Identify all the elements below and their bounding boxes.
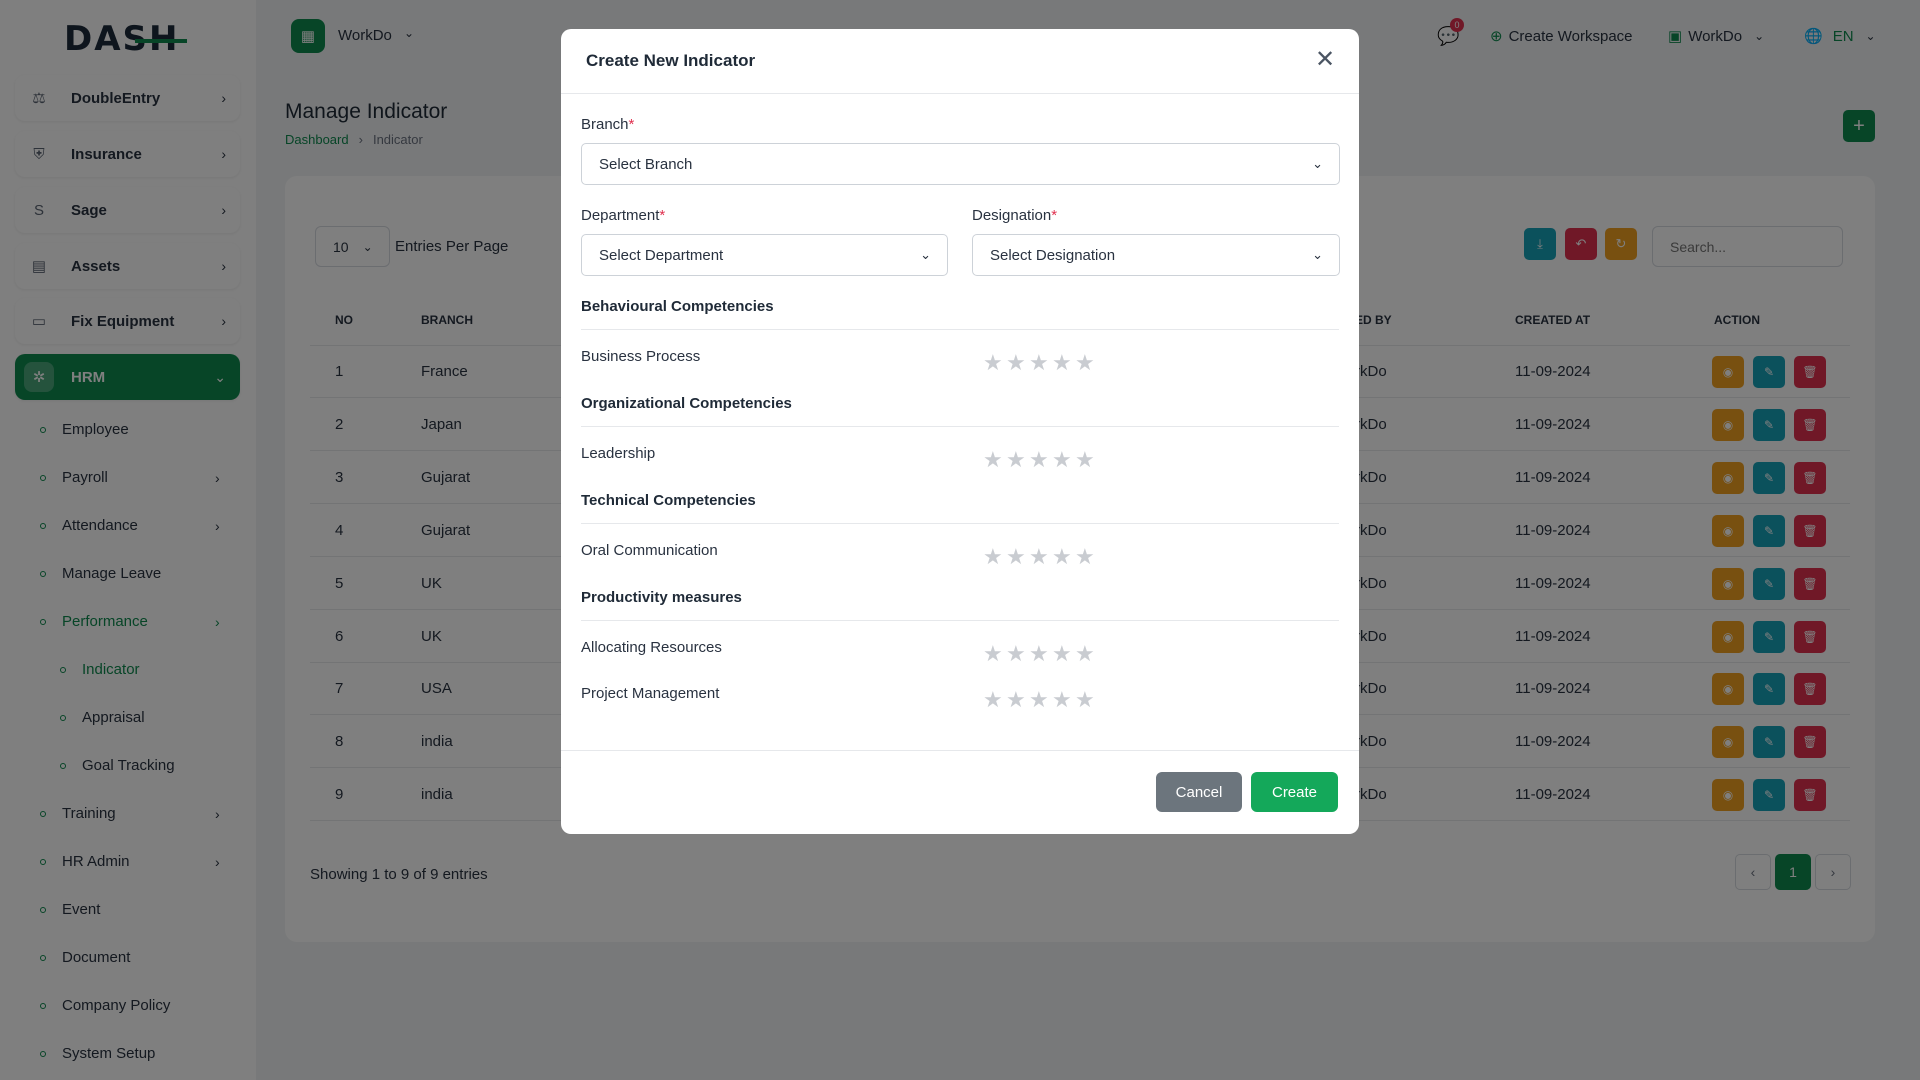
chevron-down-icon: ⌄	[1312, 247, 1323, 262]
department-label: Department*	[581, 207, 665, 224]
star-icon[interactable]: ★	[983, 449, 1003, 471]
competency-label: Business Process	[581, 348, 701, 365]
section-divider	[581, 620, 1339, 621]
branch-select-value: Select Branch	[599, 155, 693, 173]
star-icon[interactable]: ★	[983, 352, 1003, 374]
department-select-value: Select Department	[599, 246, 724, 264]
designation-label: Designation*	[972, 207, 1057, 224]
star-rating: ★ ★ ★ ★ ★	[983, 352, 1095, 374]
star-icon[interactable]: ★	[1052, 546, 1072, 568]
star-icon[interactable]: ★	[1075, 546, 1095, 568]
star-rating: ★ ★ ★ ★ ★	[983, 546, 1095, 568]
section-title: Productivity measures	[581, 589, 742, 606]
star-icon[interactable]: ★	[1006, 546, 1026, 568]
section-divider	[581, 426, 1339, 427]
star-rating: ★ ★ ★ ★ ★	[983, 643, 1095, 665]
star-icon[interactable]: ★	[1029, 449, 1049, 471]
create-button[interactable]: Create	[1251, 772, 1338, 812]
star-icon[interactable]: ★	[1052, 449, 1072, 471]
designation-select[interactable]: Select Designation ⌄	[972, 234, 1340, 276]
competency-label: Project Management	[581, 685, 720, 702]
competency-label: Oral Communication	[581, 542, 718, 559]
star-icon[interactable]: ★	[1029, 546, 1049, 568]
required-mark: *	[1051, 207, 1058, 224]
star-icon[interactable]: ★	[983, 689, 1003, 711]
section-divider	[581, 523, 1339, 524]
star-icon[interactable]: ★	[1006, 352, 1026, 374]
required-mark: *	[628, 116, 635, 133]
cancel-button[interactable]: Cancel	[1156, 772, 1242, 812]
chevron-down-icon: ⌄	[920, 247, 931, 262]
star-icon[interactable]: ★	[1006, 449, 1026, 471]
divider	[561, 93, 1359, 94]
star-icon[interactable]: ★	[1006, 643, 1026, 665]
required-mark: *	[659, 207, 666, 224]
star-icon[interactable]: ★	[983, 643, 1003, 665]
star-icon[interactable]: ★	[1075, 689, 1095, 711]
branch-label: Branch*	[581, 116, 634, 133]
competency-label: Allocating Resources	[581, 639, 722, 656]
star-icon[interactable]: ★	[1029, 643, 1049, 665]
section-title: Organizational Competencies	[581, 395, 792, 412]
designation-select-value: Select Designation	[990, 246, 1116, 264]
star-icon[interactable]: ★	[1075, 449, 1095, 471]
star-icon[interactable]: ★	[1052, 352, 1072, 374]
section-title: Behavioural Competencies	[581, 298, 774, 315]
star-icon[interactable]: ★	[1052, 689, 1072, 711]
divider	[561, 750, 1359, 751]
star-icon[interactable]: ★	[1006, 689, 1026, 711]
star-icon[interactable]: ★	[1029, 689, 1049, 711]
branch-label-text: Branch	[581, 116, 629, 133]
competency-label: Leadership	[581, 445, 656, 462]
create-indicator-modal: Create New Indicator ✕ Branch* Select Br…	[561, 29, 1359, 834]
star-rating: ★ ★ ★ ★ ★	[983, 449, 1095, 471]
department-label-text: Department	[581, 207, 660, 224]
star-icon[interactable]: ★	[1052, 643, 1072, 665]
star-icon[interactable]: ★	[1029, 352, 1049, 374]
section-title: Technical Competencies	[581, 492, 756, 509]
star-icon[interactable]: ★	[1075, 352, 1095, 374]
chevron-down-icon: ⌄	[1312, 156, 1323, 171]
department-select[interactable]: Select Department ⌄	[581, 234, 948, 276]
star-rating: ★ ★ ★ ★ ★	[983, 689, 1095, 711]
section-divider	[581, 329, 1339, 330]
designation-label-text: Designation	[972, 207, 1052, 224]
star-icon[interactable]: ★	[1075, 643, 1095, 665]
close-icon[interactable]: ✕	[1315, 47, 1335, 73]
star-icon[interactable]: ★	[983, 546, 1003, 568]
branch-select[interactable]: Select Branch ⌄	[581, 143, 1340, 185]
modal-title: Create New Indicator	[586, 51, 756, 70]
